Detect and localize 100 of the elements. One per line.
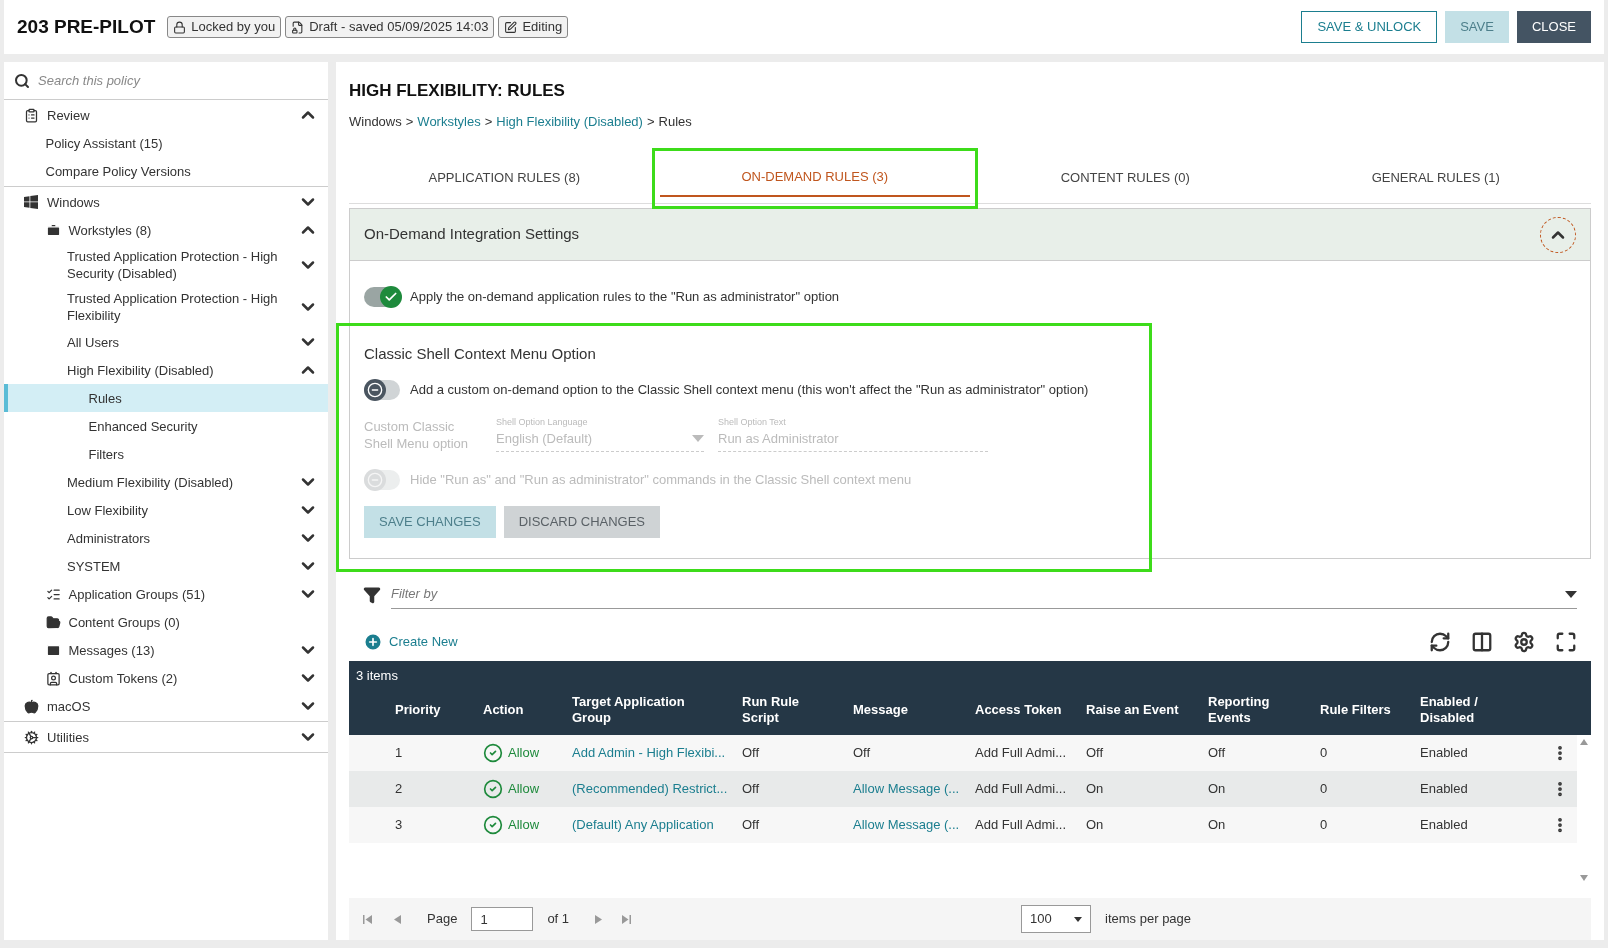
- table-link[interactable]: (Default) Any Application: [572, 814, 742, 835]
- breadcrumb-text: Windows: [349, 112, 402, 131]
- section-title: Classic Shell Context Menu Option: [364, 344, 597, 364]
- page-input[interactable]: 1: [471, 907, 534, 931]
- table-cell-text: Enabled: [1420, 779, 1469, 798]
- table-link[interactable]: (Recommended) Restrict...: [572, 778, 742, 799]
- sidebar-item[interactable]: Medium Flexibility (Disabled): [4, 468, 328, 496]
- sidebar-item[interactable]: Policy Assistant (15): [4, 129, 328, 157]
- folder-icon: [45, 614, 61, 630]
- column-header[interactable]: Reporting Events: [1208, 693, 1288, 726]
- file-lock-icon: [291, 20, 305, 34]
- table-cell-text: 1: [395, 743, 404, 762]
- table-cell-text: Off: [853, 743, 872, 762]
- sidebar-item[interactable]: Administrators: [4, 524, 328, 552]
- column-header[interactable]: Run Rule Script: [742, 693, 812, 726]
- status-badge: Draft - saved 05/09/2025 14:03: [285, 16, 495, 38]
- toggle-switch[interactable]: [364, 379, 400, 400]
- settings-icon[interactable]: [1513, 630, 1535, 653]
- scroll-up-icon[interactable]: [1580, 738, 1588, 745]
- per-page-label: items per page: [1105, 910, 1192, 929]
- sidebar-item[interactable]: All Users: [4, 328, 328, 356]
- table-cell-text: Off: [742, 779, 761, 798]
- tab[interactable]: CONTENT RULES (0): [970, 159, 1281, 197]
- tab[interactable]: GENERAL RULES (1): [1280, 159, 1591, 197]
- tab[interactable]: ON-DEMAND RULES (3): [659, 159, 970, 197]
- sidebar-item[interactable]: Review: [4, 101, 328, 129]
- action-button[interactable]: SAVE & UNLOCK: [1301, 11, 1438, 43]
- sidebar-item[interactable]: macOS: [4, 692, 328, 720]
- sidebar-label: Workstyles (8): [68, 221, 153, 239]
- plus-icon: [363, 631, 383, 652]
- first-page-icon[interactable]: [363, 914, 372, 924]
- sidebar-item[interactable]: Content Groups (0): [4, 608, 328, 636]
- toggle-label: Add a custom on-demand option to the Classic Shell context menu (this won't affect the "Run as administrator" option): [410, 380, 1089, 399]
- table-link[interactable]: Allow Message (...: [853, 814, 975, 835]
- breadcrumb-separator: >: [484, 112, 493, 131]
- table-link[interactable]: Add Admin - High Flexibi...: [572, 742, 742, 763]
- refresh-icon[interactable]: [1429, 630, 1451, 653]
- sidebar-item[interactable]: Rules: [4, 384, 328, 412]
- table-cell-text: Add Full Admi...: [975, 743, 1068, 762]
- fullscreen-icon[interactable]: [1555, 630, 1577, 653]
- page-title: HIGH FLEXIBILITY: RULES: [349, 80, 566, 102]
- column-header[interactable]: Priority: [395, 701, 483, 718]
- sidebar-item[interactable]: High Flexibility (Disabled): [4, 356, 328, 384]
- minus-icon: [367, 471, 383, 488]
- columns-icon[interactable]: [1471, 630, 1493, 653]
- last-page-icon[interactable]: [622, 914, 632, 924]
- per-page-select[interactable]: 100: [1021, 905, 1092, 933]
- column-header[interactable]: Action: [483, 701, 572, 718]
- breadcrumb-link[interactable]: High Flexibility (Disabled): [496, 111, 643, 131]
- sidebar-item[interactable]: Messages (13): [4, 636, 328, 664]
- minus-icon: [367, 381, 383, 398]
- sidebar-item[interactable]: Enhanced Security: [4, 412, 328, 440]
- breadcrumb-link[interactable]: Workstyles: [417, 111, 481, 131]
- column-header[interactable]: Target Application Group: [572, 693, 692, 726]
- column-header[interactable]: Message: [853, 701, 975, 718]
- table-link[interactable]: Allow Message (...: [853, 778, 975, 799]
- pen-square-icon: [504, 20, 518, 34]
- sidebar-item[interactable]: Custom Tokens (2): [4, 664, 328, 692]
- sidebar-label: High Flexibility (Disabled): [67, 361, 215, 379]
- sidebar-item[interactable]: Compare Policy Versions: [4, 157, 328, 185]
- sidebar-label: Medium Flexibility (Disabled): [67, 473, 235, 491]
- breadcrumb-text: Rules: [658, 112, 692, 131]
- filter-field[interactable]: Filter by: [391, 584, 1565, 604]
- previous-page-icon[interactable]: [394, 914, 401, 924]
- briefcase-icon: [45, 222, 61, 238]
- table-cell-text: Enabled: [1420, 815, 1469, 834]
- sidebar-label: All Users: [67, 333, 120, 351]
- action-status: Allow: [483, 778, 572, 799]
- action-button[interactable]: CLOSE: [1516, 11, 1591, 43]
- column-header[interactable]: Raise an Event: [1086, 701, 1208, 718]
- column-header[interactable]: Rule Filters: [1320, 701, 1420, 718]
- search-field[interactable]: Search this policy: [38, 70, 318, 91]
- sidebar-item[interactable]: Low Flexibility: [4, 496, 328, 524]
- table-cell-text: On: [1086, 779, 1105, 798]
- toggle-switch[interactable]: [364, 287, 400, 307]
- sidebar-item[interactable]: Filters: [4, 440, 328, 468]
- column-header[interactable]: Access Token: [975, 701, 1086, 718]
- table-cell-text: Add Full Admi...: [975, 815, 1068, 834]
- sidebar-item[interactable]: Windows: [4, 188, 328, 216]
- sidebar-item[interactable]: Trusted Application Protection - High Security (Disabled): [4, 244, 328, 286]
- dropdown-caret-icon[interactable]: [1565, 590, 1577, 598]
- lock-icon: [173, 20, 187, 34]
- sidebar-label: SYSTEM: [67, 557, 122, 575]
- sidebar-item[interactable]: Workstyles (8): [4, 216, 328, 244]
- table-cell-text: Off: [1208, 743, 1227, 762]
- table-cell-text: Off: [742, 815, 761, 834]
- tab[interactable]: APPLICATION RULES (8): [349, 159, 660, 197]
- scroll-down-icon[interactable]: [1580, 874, 1588, 881]
- sidebar-label: Filters: [88, 445, 125, 463]
- sidebar-item[interactable]: Application Groups (51): [4, 580, 328, 608]
- next-page-icon[interactable]: [595, 914, 603, 924]
- sidebar-item[interactable]: SYSTEM: [4, 552, 328, 580]
- column-header[interactable]: Enabled / Disabled: [1420, 693, 1490, 726]
- page-count: of 1: [547, 910, 570, 929]
- table-cell-text: 0: [1320, 743, 1329, 762]
- check-icon: [384, 290, 398, 304]
- page-label: Page: [427, 910, 458, 929]
- create-new-button[interactable]: Create New: [363, 631, 458, 652]
- sidebar-item[interactable]: Utilities: [4, 723, 328, 751]
- sidebar-item[interactable]: Trusted Application Protection - High Flexibility: [4, 286, 328, 328]
